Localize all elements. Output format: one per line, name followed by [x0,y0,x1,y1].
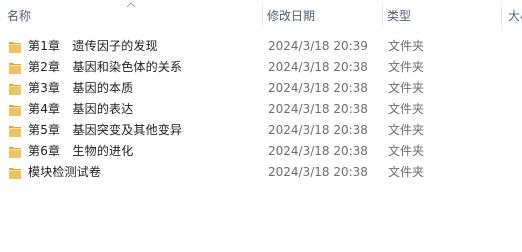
folder-row[interactable]: 第3章 基因的本质 2024/3/18 20:38 文件夹 [0,78,522,99]
folder-type: 文件夹 [388,39,425,53]
file-list: 第1章 遗传因子的发现 2024/3/18 20:39 文件夹 第2章 基因和染… [0,36,522,183]
folder-type: 文件夹 [388,60,425,74]
folder-row[interactable]: 模块检测试卷 2024/3/18 20:38 文件夹 [0,162,522,183]
folder-type: 文件夹 [388,165,425,179]
column-header-size[interactable]: 大小 [502,0,522,31]
folder-date: 2024/3/18 20:38 [268,102,368,116]
folder-date: 2024/3/18 20:38 [268,165,368,179]
folder-name: 模块检测试卷 [28,165,102,179]
folder-row[interactable]: 第4章 基因的表达 2024/3/18 20:38 文件夹 [0,99,522,120]
folder-name: 第2章 基因和染色体的关系 [28,60,183,74]
folder-row[interactable]: 第2章 基因和染色体的关系 2024/3/18 20:38 文件夹 [0,57,522,78]
folder-name: 第4章 基因的表达 [28,102,134,116]
folder-date: 2024/3/18 20:39 [268,39,368,53]
folder-row[interactable]: 第6章 生物的进化 2024/3/18 20:38 文件夹 [0,141,522,162]
folder-icon [9,63,21,74]
column-header-date-label: 修改日期 [267,9,316,23]
folder-type: 文件夹 [388,102,425,116]
column-header-date[interactable]: 修改日期 [263,0,382,31]
folder-icon [9,147,21,158]
folder-icon [9,84,21,95]
folder-type: 文件夹 [388,81,425,95]
folder-row[interactable]: 第5章 基因突变及其他变异 2024/3/18 20:38 文件夹 [0,120,522,141]
folder-icon [9,42,21,53]
column-header-bar: 名称 修改日期 类型 大小 [0,0,522,31]
folder-type: 文件夹 [388,144,425,158]
folder-date: 2024/3/18 20:38 [268,144,368,158]
folder-icon [9,168,21,179]
column-header-type[interactable]: 类型 [383,0,501,31]
folder-name: 第5章 基因突变及其他变异 [28,123,183,137]
column-header-name-label: 名称 [7,9,32,23]
folder-row[interactable]: 第1章 遗传因子的发现 2024/3/18 20:39 文件夹 [0,36,522,57]
folder-icon [9,126,21,137]
column-header-size-label: 大小 [508,9,522,23]
folder-date: 2024/3/18 20:38 [268,81,368,95]
folder-name: 第1章 遗传因子的发现 [28,39,158,53]
folder-date: 2024/3/18 20:38 [268,123,368,137]
folder-name: 第3章 基因的本质 [28,81,134,95]
sort-ascending-icon [126,2,136,8]
folder-type: 文件夹 [388,123,425,137]
file-explorer-list: 名称 修改日期 类型 大小 第1章 遗传因子的发现 2024/3/18 20:3… [0,0,522,252]
folder-icon [9,105,21,116]
folder-date: 2024/3/18 20:38 [268,60,368,74]
folder-name: 第6章 生物的进化 [28,144,134,158]
column-header-type-label: 类型 [387,9,412,23]
